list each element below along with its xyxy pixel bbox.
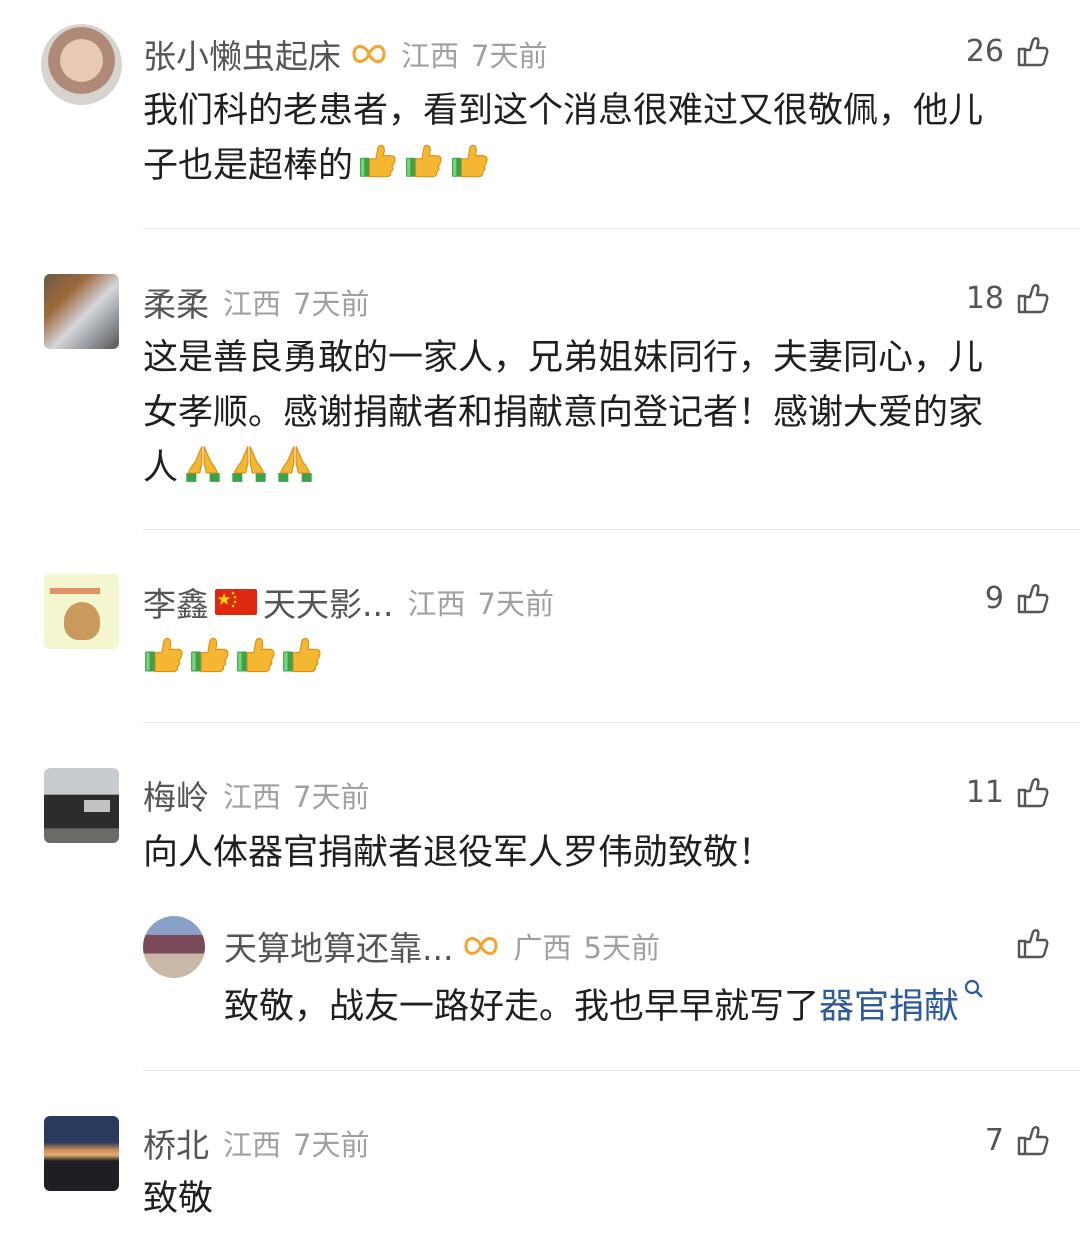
vip-infinity-icon (351, 41, 387, 67)
thumbs-up-outline-icon (1017, 36, 1049, 66)
divider (143, 529, 1080, 530)
like-button[interactable]: 26 (966, 34, 1050, 69)
avatar[interactable] (143, 916, 205, 978)
thumbs-up-outline-icon (1017, 1125, 1049, 1155)
vip-infinity-icon (463, 933, 499, 959)
comment-line: 我们科的老患者，看到这个消息很难过又很敬佩，他儿 (143, 91, 984, 131)
timestamp: 7天前 (477, 587, 554, 621)
avatar[interactable] (44, 768, 119, 843)
avatar[interactable] (41, 24, 122, 105)
thumbs-up-emoji-icon (359, 144, 396, 178)
folded-hands-emoji-icon (231, 445, 267, 483)
thumbs-up-outline-icon (1017, 777, 1049, 807)
thumbs-up-emoji-icon (282, 637, 321, 673)
location: 江西 (407, 587, 466, 621)
divider (143, 1070, 1080, 1071)
topic-link[interactable]: 器官捐献 (819, 987, 959, 1027)
comment-text: 致敬 (143, 1172, 1053, 1227)
location: 江西 (223, 780, 282, 814)
comment-text (143, 634, 1053, 689)
username[interactable]: 梅岭 (143, 771, 209, 819)
reply-text: 致敬，战友一路好走。我也早早就写了器官捐献 (224, 978, 1064, 1035)
divider (143, 722, 1080, 723)
like-button[interactable]: 9 (985, 581, 1050, 616)
timestamp: 7天前 (293, 780, 370, 814)
location: 江西 (223, 1128, 282, 1162)
thumbs-up-emoji-icon (236, 637, 275, 673)
username[interactable]: 桥北 (143, 1119, 209, 1167)
thumbs-up-emoji-icon (405, 144, 442, 178)
comment-line: 女孝顺。感谢捐献者和捐献意向登记者！感谢大爱的家 (143, 393, 984, 433)
like-button[interactable]: 7 (985, 1123, 1050, 1158)
comment-text: 这是善良勇敢的一家人，兄弟姐妹同行，夫妻同心，儿 女孝顺。感谢捐献者和捐献意向登… (143, 331, 1053, 496)
timestamp: 7天前 (471, 39, 548, 73)
thumbs-up-emoji-icon (144, 637, 183, 673)
thumbs-up-outline-icon (1017, 929, 1049, 959)
comment-line: 子也是超棒的 (143, 146, 354, 186)
avatar[interactable] (44, 1116, 119, 1191)
thumbs-up-emoji-icon (190, 637, 229, 673)
thumbs-up-outline-icon (1017, 583, 1049, 613)
folded-hands-emoji-icon (277, 445, 313, 483)
timestamp: 7天前 (293, 287, 370, 321)
avatar[interactable] (44, 574, 119, 649)
location: 广西 (513, 931, 572, 965)
username[interactable]: 天算地算还靠... (224, 922, 453, 970)
like-button[interactable]: 11 (966, 775, 1050, 810)
like-button[interactable] (1016, 927, 1050, 961)
divider (143, 228, 1080, 229)
timestamp: 5天前 (583, 931, 660, 965)
like-count: 26 (965, 34, 1004, 69)
location: 江西 (401, 39, 460, 73)
comment-line: 致敬 (143, 1179, 214, 1219)
reply-line: 致敬，战友一路好走。我也早早就写了 (224, 987, 820, 1027)
comment-text: 我们科的老患者，看到这个消息很难过又很敬佩，他儿 子也是超棒的 (143, 84, 1053, 194)
like-count: 9 (984, 581, 1004, 616)
comment-line: 这是善良勇敢的一家人，兄弟姐妹同行，夫妻同心，儿 (143, 338, 984, 378)
thumbs-up-outline-icon (1017, 283, 1049, 313)
username[interactable]: 张小懒虫起床 (143, 30, 341, 78)
folded-hands-emoji-icon (185, 445, 221, 483)
timestamp: 7天前 (293, 1128, 370, 1162)
china-flag-icon (215, 587, 257, 617)
username-suffix[interactable]: 天天影... (263, 578, 393, 626)
search-icon[interactable] (963, 978, 985, 1000)
username[interactable]: 李鑫 (143, 578, 209, 626)
comment-line: 向人体器官捐献者退役军人罗伟勋致敬！ (143, 833, 774, 873)
like-button[interactable]: 18 (966, 281, 1050, 316)
like-count: 11 (965, 775, 1004, 810)
comment-line: 人 (143, 448, 179, 488)
comment-text: 向人体器官捐献者退役军人罗伟勋致敬！ (143, 826, 1053, 881)
username[interactable]: 柔柔 (143, 278, 209, 326)
avatar[interactable] (44, 274, 119, 349)
thumbs-up-emoji-icon (451, 144, 488, 178)
like-count: 18 (965, 281, 1004, 316)
location: 江西 (223, 287, 282, 321)
like-count: 7 (984, 1123, 1004, 1158)
